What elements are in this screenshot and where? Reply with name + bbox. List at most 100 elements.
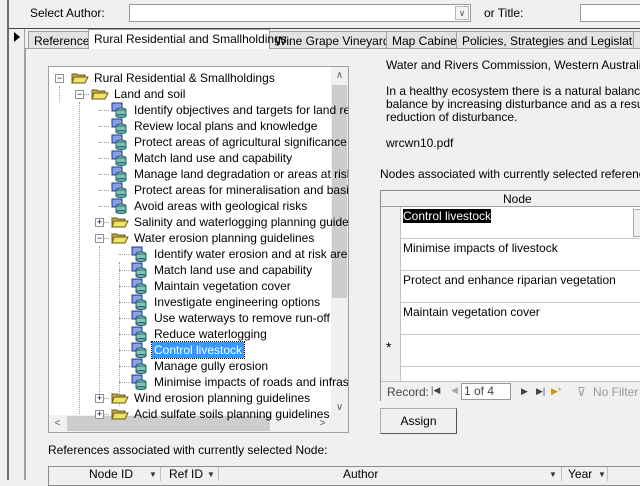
tree-item[interactable]: Use waterways to remove run-off xyxy=(49,310,331,326)
tree-item-label[interactable]: Land and soil xyxy=(112,86,187,102)
assign-button[interactable]: Assign xyxy=(380,408,457,434)
tree-item-label[interactable]: Manage land degradation or areas at risk xyxy=(132,166,348,182)
dropdown-button[interactable] xyxy=(633,209,640,237)
tree-item-label[interactable]: Salinity and waterlogging planning guide… xyxy=(132,214,348,230)
tab-wine-grape[interactable]: Wine Grape Vineyards xyxy=(269,31,402,49)
tree-item[interactable]: − Rural Residential & Smallholdings xyxy=(49,70,331,86)
database-icon xyxy=(131,358,147,374)
chevron-down-icon[interactable]: ∨ xyxy=(455,6,469,20)
column-header-ref-id[interactable]: Ref ID ▼ xyxy=(161,467,219,481)
tree-item-label[interactable]: Review local plans and knowledge xyxy=(132,118,319,134)
tree-item-label[interactable]: Investigate engineering options xyxy=(152,294,322,310)
tree-item-label[interactable]: Protect areas for mineralisation and bas… xyxy=(132,182,348,198)
tree-item[interactable]: Review local plans and knowledge xyxy=(49,118,331,134)
node-cell[interactable]: Minimise impacts of livestock xyxy=(403,241,558,255)
node-cell[interactable]: Control livestock xyxy=(403,209,492,223)
column-header-node-id[interactable]: Node ID ▼ xyxy=(49,467,161,481)
filter-icon[interactable]: ⊽ xyxy=(577,385,586,399)
node-cell[interactable]: Protect and enhance riparian vegetation xyxy=(403,273,616,287)
tree-item[interactable]: − Land and soil xyxy=(49,86,331,102)
expand-icon[interactable]: + xyxy=(95,394,104,403)
tree-item-label[interactable]: Identify objectives and targets for land… xyxy=(132,102,348,118)
last-record-icon[interactable]: ▶| xyxy=(536,386,545,397)
tree-vertical-scrollbar[interactable]: ∧ ∨ xyxy=(331,67,348,416)
tree-item[interactable]: Avoid areas with geological risks xyxy=(49,198,331,214)
next-record-icon[interactable]: ▶ xyxy=(521,386,528,397)
tree-item-label[interactable]: Avoid areas with geological risks xyxy=(132,198,309,214)
tree-item[interactable]: − Water erosion planning guidelines xyxy=(49,230,331,246)
tree-item-label[interactable]: Water erosion planning guidelines xyxy=(132,230,316,246)
table-row[interactable]: Minimise impacts of livestock xyxy=(401,239,640,271)
tree-item[interactable]: Match land use and capability xyxy=(49,150,331,166)
tree-item-label[interactable]: Use waterways to remove run-off xyxy=(152,310,332,326)
database-icon xyxy=(131,246,147,262)
nodes-header: Node xyxy=(381,191,640,207)
table-row[interactable]: Control livestock xyxy=(401,207,640,239)
collapse-icon[interactable]: − xyxy=(75,90,84,99)
tree-item-label[interactable]: Match land use and capability xyxy=(132,150,294,166)
database-icon xyxy=(111,198,127,214)
scroll-down-icon[interactable]: ∨ xyxy=(331,399,348,416)
tree-item[interactable]: Identify objectives and targets for land… xyxy=(49,102,348,118)
tree-item-label[interactable]: Protect areas of agricultural significan… xyxy=(132,134,348,150)
expand-icon[interactable]: + xyxy=(95,218,104,227)
tree-connector xyxy=(119,302,129,303)
tree-item-label[interactable]: Wind erosion planning guidelines xyxy=(132,390,312,406)
reference-file-link[interactable]: wrcwn10.pdf xyxy=(386,136,453,150)
tab-rural-residential[interactable]: Rural Residential and Smallholdings xyxy=(88,29,287,49)
tree-item[interactable]: Identify water erosion and at risk areas xyxy=(49,246,348,262)
tree-item[interactable]: Reduce waterlogging xyxy=(49,326,331,342)
tree-item[interactable]: Manage land degradation or areas at risk xyxy=(49,166,348,182)
tree-item-label[interactable]: Identify water erosion and at risk areas xyxy=(152,246,348,262)
first-record-icon[interactable]: |◀ xyxy=(431,385,440,396)
tab-reference[interactable]: Reference xyxy=(28,31,96,49)
tree-item[interactable]: + Salinity and waterlogging planning guid… xyxy=(49,214,348,230)
tree-item-label[interactable]: Reduce waterlogging xyxy=(152,326,269,342)
tree-item-label[interactable]: Maintain vegetation cover xyxy=(152,278,293,294)
category-tree[interactable]: ∧ ∨ < > − Rural Residential & Smallholdin… xyxy=(48,66,349,433)
collapse-icon[interactable]: − xyxy=(95,234,104,243)
tab-policies[interactable]: Policies, Strategies and Legislation xyxy=(456,31,640,49)
references-datasheet[interactable]: Node ID ▼ Ref ID ▼ Author ▼ Year ▼ xyxy=(48,466,640,486)
collapse-icon[interactable]: − xyxy=(55,74,64,83)
tree-item[interactable]: Maintain vegetation cover xyxy=(49,278,331,294)
tree-item[interactable]: Protect areas for mineralisation and bas… xyxy=(49,182,348,198)
tree-item-label[interactable]: Manage gully erosion xyxy=(152,358,270,374)
tree-item[interactable]: Protect areas of agricultural significan… xyxy=(49,134,347,150)
tab-more[interactable] xyxy=(633,31,640,49)
node-column-header[interactable]: Node xyxy=(503,192,532,206)
previous-record-icon[interactable]: ◀ xyxy=(451,385,458,396)
table-row[interactable]: Protect and enhance riparian vegetation xyxy=(401,271,640,303)
title-input[interactable] xyxy=(580,4,640,22)
column-header-author[interactable]: Author ▼ xyxy=(219,467,562,481)
column-header-year[interactable]: Year ▼ xyxy=(562,467,608,481)
new-record-button-icon[interactable]: ▶* xyxy=(551,386,561,397)
tree-item[interactable]: Investigate engineering options xyxy=(49,294,331,310)
tree-item-label[interactable]: Control livestock xyxy=(150,341,246,359)
open-folder-icon xyxy=(111,216,129,228)
tree-item[interactable]: Match land use and capability xyxy=(49,262,331,278)
tree-item-label[interactable]: Rural Residential & Smallholdings xyxy=(92,70,277,86)
tree-item-label[interactable]: Minimise impacts of roads and infrastru xyxy=(152,374,348,390)
open-folder-icon xyxy=(111,408,129,420)
no-filter-label[interactable]: No Filter xyxy=(593,385,638,399)
tree-item[interactable]: Control livestock xyxy=(49,341,331,359)
table-row[interactable]: Maintain vegetation cover xyxy=(401,303,640,335)
tree-item[interactable]: + Wind erosion planning guidelines xyxy=(49,390,331,406)
node-cell[interactable]: Maintain vegetation cover xyxy=(403,305,540,319)
scroll-up-icon[interactable]: ∧ xyxy=(331,67,348,84)
new-row[interactable] xyxy=(401,335,640,367)
record-selector[interactable] xyxy=(9,29,25,480)
tree-item[interactable]: Manage gully erosion xyxy=(49,358,331,374)
tree-item-label[interactable]: Match land use and capability xyxy=(152,262,314,278)
record-number-input[interactable]: 1 of 4 xyxy=(461,383,511,400)
nodes-datasheet[interactable]: Node Control livestock Minimise impacts … xyxy=(380,190,640,401)
tree-item[interactable]: Minimise impacts of roads and infrastru xyxy=(49,374,348,390)
tree-item-label[interactable]: Acid sulfate soils planning guidelines xyxy=(132,406,331,422)
database-icon xyxy=(131,342,147,358)
tree-connector xyxy=(99,126,109,127)
tree-item[interactable]: + Acid sulfate soils planning guidelines xyxy=(49,406,331,422)
tab-map-cabinet[interactable]: Map Cabinet xyxy=(386,31,467,49)
author-combobox[interactable]: ∨ xyxy=(129,4,471,22)
expand-icon[interactable]: + xyxy=(95,410,104,419)
